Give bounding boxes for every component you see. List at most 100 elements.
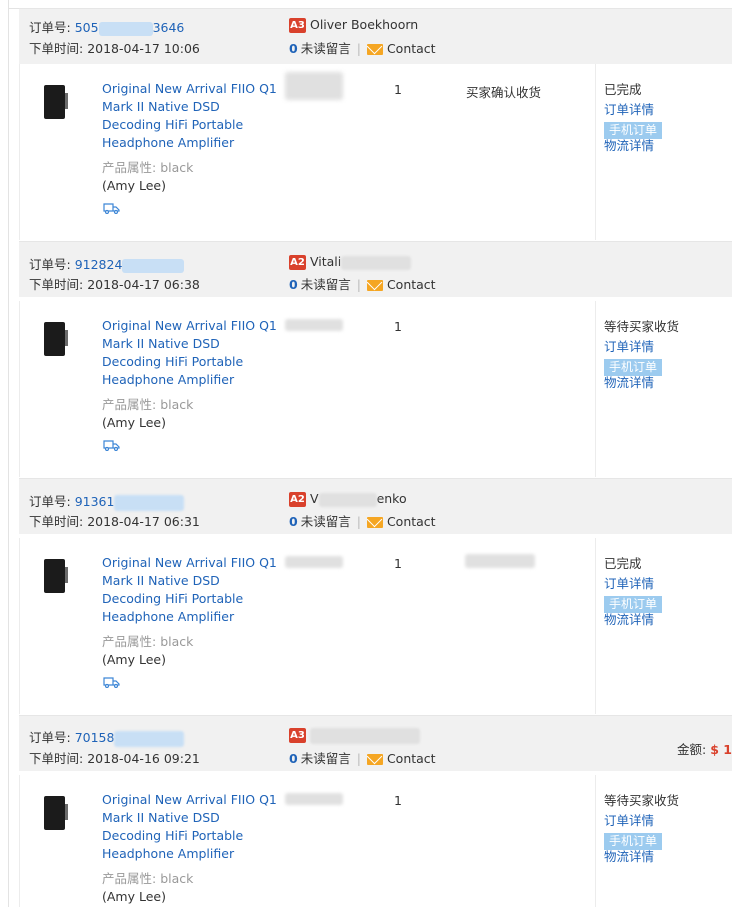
attr-label: 产品属性: <box>102 634 157 649</box>
order-number-label: 订单号: <box>29 730 71 745</box>
buyer-name[interactable]: Vitali <box>310 254 341 269</box>
buyer-info: A2 Vitali <box>289 254 412 270</box>
attr-label: 产品属性: <box>102 160 157 175</box>
attr-label: 产品属性: <box>102 397 157 412</box>
mail-icon <box>366 280 383 291</box>
product-title-link[interactable]: Original New Arrival FIIO Q1 Mark II Nat… <box>102 554 282 626</box>
contact-link[interactable]: Contact <box>387 514 436 529</box>
order-time-row: 下单时间: 2018-04-17 06:31 <box>29 511 200 530</box>
amplifier-icon <box>44 85 68 119</box>
divider <box>595 64 596 240</box>
order-number-link[interactable]: 912824 <box>75 257 123 272</box>
separator: | <box>356 41 361 56</box>
product-attribute: 产品属性: black <box>102 631 193 650</box>
unread-label[interactable]: 未读留言 <box>301 751 351 766</box>
buyer-level-badge: A2 <box>289 255 306 270</box>
order-card: 订单号: 505 3646 下单时间: 2018-04-17 10:06 A3 Ol… <box>19 8 732 241</box>
message-row: 0 未读留言 | Contact <box>289 748 436 767</box>
logistics-link[interactable]: 物流详情 <box>604 610 662 630</box>
order-detail-link[interactable]: 订单详情 <box>604 811 679 831</box>
attr-value: black <box>160 397 194 412</box>
order-time-label: 下单时间: <box>29 41 84 56</box>
order-amount: 金额: $ 1 <box>677 739 732 758</box>
unread-count[interactable]: 0 <box>289 514 298 529</box>
amount-label: 金额: <box>677 742 707 757</box>
logistics-link[interactable]: 物流详情 <box>604 373 679 393</box>
unread-count[interactable]: 0 <box>289 41 298 56</box>
contact-link[interactable]: Contact <box>387 277 436 292</box>
amplifier-icon <box>44 559 68 593</box>
message-row: 0 未读留言 | Contact <box>289 511 436 530</box>
unread-label[interactable]: 未读留言 <box>301 277 351 292</box>
product-model: (Amy Lee) <box>102 415 166 430</box>
buyer-name[interactable]: V <box>310 491 319 506</box>
order-detail-link[interactable]: 订单详情 <box>604 100 662 120</box>
divider <box>19 301 20 477</box>
redacted-order-number <box>114 494 185 511</box>
product-attribute: 产品属性: black <box>102 157 193 176</box>
order-number-suffix[interactable]: 3646 <box>153 20 185 35</box>
attr-value: black <box>160 160 194 175</box>
attr-label: 产品属性: <box>102 871 157 886</box>
mail-icon <box>366 754 383 765</box>
order-number-row: 订单号: 912824 <box>29 254 185 273</box>
order-time-label: 下单时间: <box>29 277 84 292</box>
order-card: 订单号: 91361 下单时间: 2018-04-17 06:31 A2 Venk… <box>19 478 732 715</box>
order-body: Original New Arrival FIIO Q1 Mark II Nat… <box>19 775 732 907</box>
product-image[interactable] <box>41 84 71 120</box>
buyer-info: A3 Oliver Boekhoorn <box>289 17 418 33</box>
order-body: Original New Arrival FIIO Q1 Mark II Nat… <box>19 538 732 714</box>
product-title-link[interactable]: Original New Arrival FIIO Q1 Mark II Nat… <box>102 317 282 389</box>
product-title-link[interactable]: Original New Arrival FIIO Q1 Mark II Nat… <box>102 791 282 863</box>
quantity: 1 <box>394 82 402 97</box>
unread-count[interactable]: 0 <box>289 751 298 766</box>
divider <box>19 538 20 714</box>
product-title-link[interactable]: Original New Arrival FIIO Q1 Mark II Nat… <box>102 80 282 152</box>
order-header: 订单号: 505 3646 下单时间: 2018-04-17 10:06 A3 Ol… <box>19 8 732 64</box>
shipping-status: 买家确认收货 <box>466 85 542 100</box>
truck-icon[interactable] <box>103 202 120 214</box>
order-card: 订单号: 70158 下单时间: 2018-04-16 09:21 A3 0 未读… <box>19 715 732 907</box>
redacted-shipping-status <box>465 554 535 568</box>
order-header: 订单号: 912824 下单时间: 2018-04-17 06:38 A2 Vit… <box>19 241 732 297</box>
product-image[interactable] <box>41 321 71 357</box>
amount-value: $ 1 <box>710 742 732 757</box>
order-body: Original New Arrival FIIO Q1 Mark II Nat… <box>19 301 732 477</box>
redacted-order-number <box>114 730 185 747</box>
contact-link[interactable]: Contact <box>387 41 436 56</box>
product-image[interactable] <box>41 795 71 831</box>
divider <box>595 538 596 714</box>
product-model: (Amy Lee) <box>102 652 166 667</box>
order-card: 订单号: 912824 下单时间: 2018-04-17 06:38 A2 Vit… <box>19 241 732 478</box>
order-number-link[interactable]: 70158 <box>75 730 115 745</box>
product-model: (Amy Lee) <box>102 889 166 904</box>
contact-link[interactable]: Contact <box>387 751 436 766</box>
logistics-link[interactable]: 物流详情 <box>604 136 662 156</box>
order-time-value: 2018-04-16 09:21 <box>87 751 200 766</box>
order-detail-link[interactable]: 订单详情 <box>604 337 679 357</box>
order-time-label: 下单时间: <box>29 751 84 766</box>
order-status: 等待买家收货 <box>604 793 680 808</box>
unread-label[interactable]: 未读留言 <box>301 41 351 56</box>
order-time-label: 下单时间: <box>29 514 84 529</box>
buyer-level-badge: A2 <box>289 492 306 507</box>
logistics-link[interactable]: 物流详情 <box>604 847 679 867</box>
truck-icon[interactable] <box>103 676 120 688</box>
order-number-link[interactable]: 91361 <box>75 494 115 509</box>
order-number-label: 订单号: <box>29 494 71 509</box>
order-time-row: 下单时间: 2018-04-17 10:06 <box>29 38 200 57</box>
amplifier-icon <box>44 796 68 830</box>
unread-label[interactable]: 未读留言 <box>301 514 351 529</box>
unread-count[interactable]: 0 <box>289 277 298 292</box>
product-attribute: 产品属性: black <box>102 868 193 887</box>
redacted-price <box>285 319 343 331</box>
buyer-name[interactable]: Oliver Boekhoorn <box>310 17 418 32</box>
order-detail-link[interactable]: 订单详情 <box>604 574 662 594</box>
buyer-info: A2 Venko <box>289 491 407 507</box>
order-number-link[interactable]: 505 <box>75 20 99 35</box>
truck-icon[interactable] <box>103 439 120 451</box>
message-row: 0 未读留言 | Contact <box>289 274 436 293</box>
product-image[interactable] <box>41 558 71 594</box>
status-column: 已完成 订单详情 手机订单 物流详情 <box>604 554 663 630</box>
status-column: 等待买家收货 订单详情 手机订单 物流详情 <box>604 317 679 393</box>
